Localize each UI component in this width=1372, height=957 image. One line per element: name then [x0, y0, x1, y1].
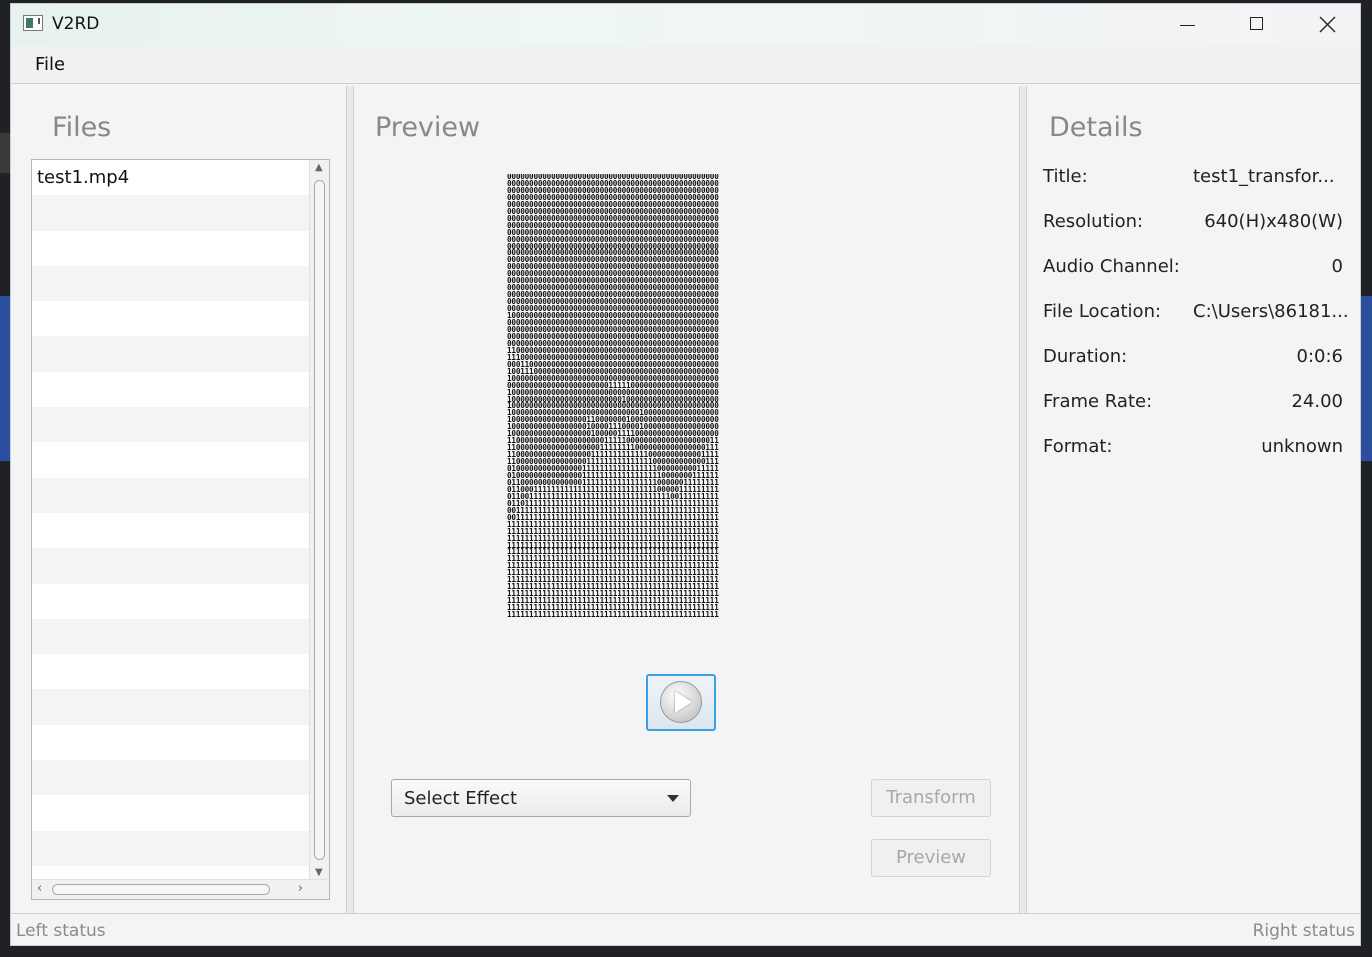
chevron-down-icon: [667, 795, 679, 802]
detail-value: 0: [1331, 256, 1343, 277]
detail-value: unknown: [1261, 436, 1343, 457]
detail-resolution: Resolution: 640(H)x480(W): [1043, 211, 1343, 241]
effect-select[interactable]: Select Effect: [391, 779, 691, 817]
scroll-left-icon[interactable]: ‹: [37, 881, 42, 896]
detail-title: Title: test1_transfor...: [1043, 166, 1343, 196]
play-icon: [660, 681, 702, 723]
detail-value: 0:0:6: [1296, 346, 1344, 367]
file-list-empty-row[interactable]: [32, 512, 309, 549]
files-heading: Files: [52, 112, 112, 143]
detail-label: Title:: [1043, 166, 1088, 187]
status-bar: Left status Right status: [11, 913, 1360, 945]
scroll-right-icon[interactable]: ›: [298, 881, 303, 896]
file-list-empty-row[interactable]: [32, 689, 309, 725]
detail-frame-rate: Frame Rate: 24.00: [1043, 391, 1343, 421]
file-list-empty-row[interactable]: [32, 265, 309, 302]
file-list-rows: test1.mp4: [32, 160, 309, 866]
detail-label: Duration:: [1043, 346, 1128, 367]
file-list-empty-row[interactable]: [32, 760, 309, 796]
effect-select-value: Select Effect: [404, 788, 518, 809]
app-window: V2RD File Files test1.mp4 ▲ ▼ ‹ › Previe…: [10, 3, 1361, 946]
ascii-art-text: 0000000000000000000000000000000000000000…: [507, 174, 719, 620]
file-list-empty-row[interactable]: [32, 477, 309, 513]
split-divider-left[interactable]: [346, 86, 354, 913]
file-list-empty-row[interactable]: [32, 795, 309, 831]
detail-format: Format: unknown: [1043, 436, 1343, 466]
file-list-empty-row[interactable]: [32, 548, 309, 584]
file-list-empty-row[interactable]: [32, 301, 309, 337]
menu-bar: File: [11, 46, 1360, 84]
detail-value: 640(H)x480(W): [1204, 211, 1343, 232]
title-bar[interactable]: V2RD: [11, 4, 1360, 46]
play-button[interactable]: [646, 674, 716, 731]
vertical-scrollbar[interactable]: ▲ ▼: [309, 160, 329, 880]
file-list-empty-row[interactable]: [32, 371, 309, 408]
detail-value: test1_transfor...: [1193, 166, 1335, 187]
detail-label: Frame Rate:: [1043, 391, 1153, 412]
details-panel: Details Title: test1_transfor... Resolut…: [1027, 86, 1360, 913]
file-list-empty-row[interactable]: [32, 230, 309, 266]
minimize-button[interactable]: [1152, 4, 1222, 46]
file-list-empty-row[interactable]: [32, 618, 309, 655]
scroll-up-icon[interactable]: ▲: [315, 162, 323, 173]
close-button[interactable]: [1292, 4, 1360, 46]
ascii-preview-frame: 0000000000000000000000000000000000000000…: [507, 174, 845, 626]
file-list-item[interactable]: test1.mp4: [32, 160, 309, 196]
menu-file[interactable]: File: [35, 54, 65, 75]
file-list-empty-row[interactable]: [32, 407, 309, 443]
detail-label: Format:: [1043, 436, 1113, 457]
detail-label: Audio Channel:: [1043, 256, 1180, 277]
preview-button[interactable]: Preview: [871, 839, 991, 877]
detail-label: File Location:: [1043, 301, 1162, 322]
close-icon: [1319, 16, 1336, 33]
status-left: Left status: [16, 921, 106, 941]
file-list-empty-row[interactable]: [32, 442, 309, 478]
detail-value: C:\Users\86181...: [1193, 301, 1349, 322]
detail-audio-channel: Audio Channel: 0: [1043, 256, 1343, 286]
detail-duration: Duration: 0:0:6: [1043, 346, 1343, 376]
status-right: Right status: [1252, 921, 1355, 941]
file-name: test1.mp4: [37, 167, 130, 188]
details-heading: Details: [1049, 112, 1143, 143]
preview-heading: Preview: [375, 112, 481, 143]
file-list-empty-row[interactable]: [32, 336, 309, 372]
files-panel: Files test1.mp4 ▲ ▼ ‹ ›: [12, 86, 346, 913]
detail-label: Resolution:: [1043, 211, 1144, 232]
preview-panel: Preview 00000000000000000000000000000000…: [355, 86, 1018, 913]
file-list-empty-row[interactable]: [32, 583, 309, 619]
detail-file-location: File Location: C:\Users\86181...: [1043, 301, 1349, 331]
transform-button[interactable]: Transform: [871, 779, 991, 817]
file-list-empty-row[interactable]: [32, 830, 309, 866]
split-divider-right[interactable]: [1019, 86, 1027, 913]
detail-value: 24.00: [1291, 391, 1343, 412]
desktop-background-right: [1360, 296, 1372, 461]
file-list-empty-row[interactable]: [32, 195, 309, 231]
desktop-background: [0, 133, 10, 173]
vertical-scroll-thumb[interactable]: [314, 180, 325, 860]
horizontal-scrollbar[interactable]: ‹ ›: [32, 879, 329, 899]
maximize-button[interactable]: [1222, 4, 1292, 46]
file-list-empty-row[interactable]: [32, 654, 309, 690]
file-list-empty-row[interactable]: [32, 724, 309, 761]
scroll-down-icon[interactable]: ▼: [315, 867, 323, 878]
file-list[interactable]: test1.mp4 ▲ ▼ ‹ ›: [31, 159, 330, 900]
horizontal-scroll-thumb[interactable]: [52, 884, 270, 895]
app-icon: [23, 15, 43, 31]
window-title: V2RD: [52, 14, 100, 34]
